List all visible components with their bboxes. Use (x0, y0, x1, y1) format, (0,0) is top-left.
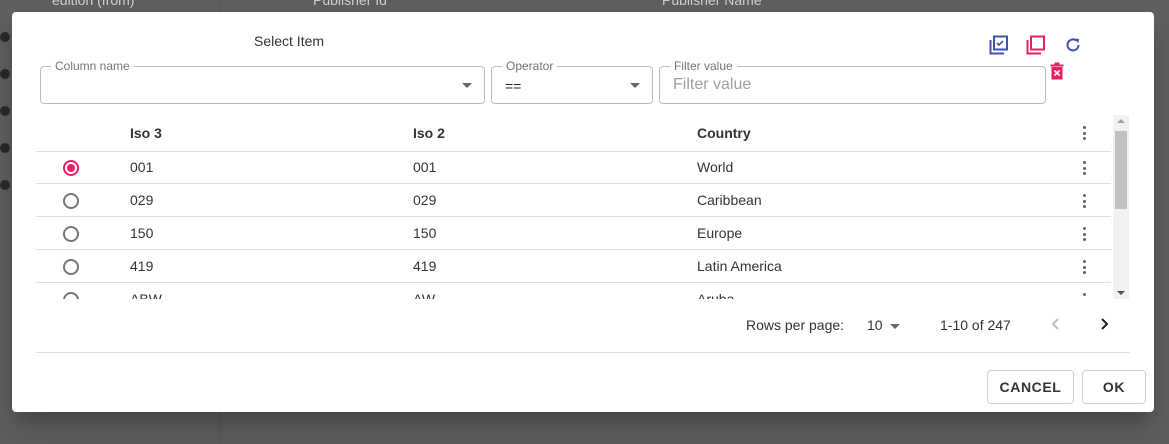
dialog-title: Select Item (254, 33, 325, 49)
cell-iso2: AW (413, 291, 436, 299)
rows-per-page-select[interactable]: 10 (867, 317, 883, 333)
table-row[interactable]: 419 419 Latin America (36, 250, 1111, 283)
column-header-iso3[interactable]: Iso 3 (130, 125, 162, 141)
operator-label: Operator (502, 59, 558, 73)
background-header-cell: Publisher Id (313, 0, 387, 8)
chevron-left-icon (1051, 318, 1059, 330)
filter-value-field[interactable]: Filter value (659, 59, 1046, 104)
refresh-icon[interactable] (1062, 34, 1084, 56)
background-row-marker (0, 69, 10, 79)
cell-iso2: 419 (413, 258, 437, 274)
background-header-cell: edition (from) (52, 0, 135, 8)
row-menu-icon[interactable] (1080, 259, 1088, 275)
cell-iso2: 150 (413, 225, 437, 241)
cell-country: Aruba (697, 291, 735, 299)
row-radio[interactable] (63, 193, 79, 209)
background-row-marker (0, 32, 10, 42)
chevron-down-icon (630, 83, 640, 88)
cell-iso2: 001 (413, 159, 437, 175)
row-menu-icon[interactable] (1080, 226, 1088, 242)
delete-filter-icon[interactable] (1050, 62, 1068, 82)
cell-iso3: 150 (130, 225, 154, 241)
row-menu-icon[interactable] (1080, 292, 1088, 299)
chevron-right-icon (1101, 318, 1109, 330)
background-row-marker (0, 143, 10, 153)
actions-divider (36, 352, 1130, 353)
cancel-button[interactable]: CANCEL (987, 370, 1074, 404)
table-row[interactable]: 029 029 Caribbean (36, 184, 1111, 217)
cell-iso3: 001 (130, 159, 154, 175)
column-menu-icon[interactable] (1080, 125, 1088, 141)
row-menu-icon[interactable] (1080, 160, 1088, 176)
column-header-country[interactable]: Country (697, 125, 751, 141)
scrollbar-thumb[interactable] (1115, 131, 1127, 209)
column-name-label: Column name (51, 59, 134, 73)
ok-button[interactable]: OK (1082, 370, 1146, 404)
items-table: Iso 3 Iso 2 Country 001 001 World 029 02… (36, 115, 1129, 299)
cell-iso3: 029 (130, 192, 154, 208)
cell-iso2: 029 (413, 192, 437, 208)
cell-iso3: 419 (130, 258, 154, 274)
scroll-up-arrow-icon[interactable] (1117, 119, 1125, 123)
scroll-down-arrow-icon[interactable] (1117, 291, 1125, 295)
cell-country: Latin America (697, 258, 782, 274)
previous-page-button[interactable] (1046, 314, 1066, 334)
row-menu-icon[interactable] (1080, 193, 1088, 209)
deselect-icon[interactable] (1025, 34, 1047, 56)
select-all-icon[interactable] (988, 34, 1010, 56)
column-name-select[interactable]: Column name (40, 59, 485, 104)
select-item-dialog: Select Item Column name Operator == Filt… (12, 12, 1154, 412)
next-page-button[interactable] (1094, 314, 1114, 334)
background-table-header: edition (from) Publisher Id Publisher Na… (0, 0, 1169, 12)
row-radio[interactable] (63, 259, 79, 275)
operator-select[interactable]: Operator == (491, 59, 653, 104)
background-row-marker (0, 180, 10, 190)
cell-iso3: ABW (130, 291, 162, 299)
chevron-down-icon (462, 83, 472, 88)
table-row[interactable]: 001 001 World (36, 151, 1111, 184)
background-header-cell: Publisher Name (662, 0, 762, 8)
cell-country: Caribbean (697, 192, 762, 208)
row-radio[interactable] (63, 292, 79, 299)
background-row-marker (0, 106, 10, 116)
chevron-down-icon[interactable] (890, 324, 900, 329)
row-radio-selected[interactable] (63, 160, 79, 176)
filter-value-label: Filter value (670, 59, 737, 73)
table-row[interactable]: ABW AW Aruba (36, 283, 1111, 299)
table-row[interactable]: 150 150 Europe (36, 217, 1111, 250)
table-header: Iso 3 Iso 2 Country (36, 115, 1111, 152)
pagination-range: 1-10 of 247 (940, 317, 1011, 333)
operator-value: == (505, 78, 522, 94)
column-header-iso2[interactable]: Iso 2 (413, 125, 445, 141)
cell-country: Europe (697, 225, 743, 241)
rows-per-page-label: Rows per page: (746, 317, 845, 333)
cell-country: World (697, 159, 734, 175)
row-radio[interactable] (63, 226, 79, 242)
table-scrollbar[interactable] (1113, 115, 1129, 299)
